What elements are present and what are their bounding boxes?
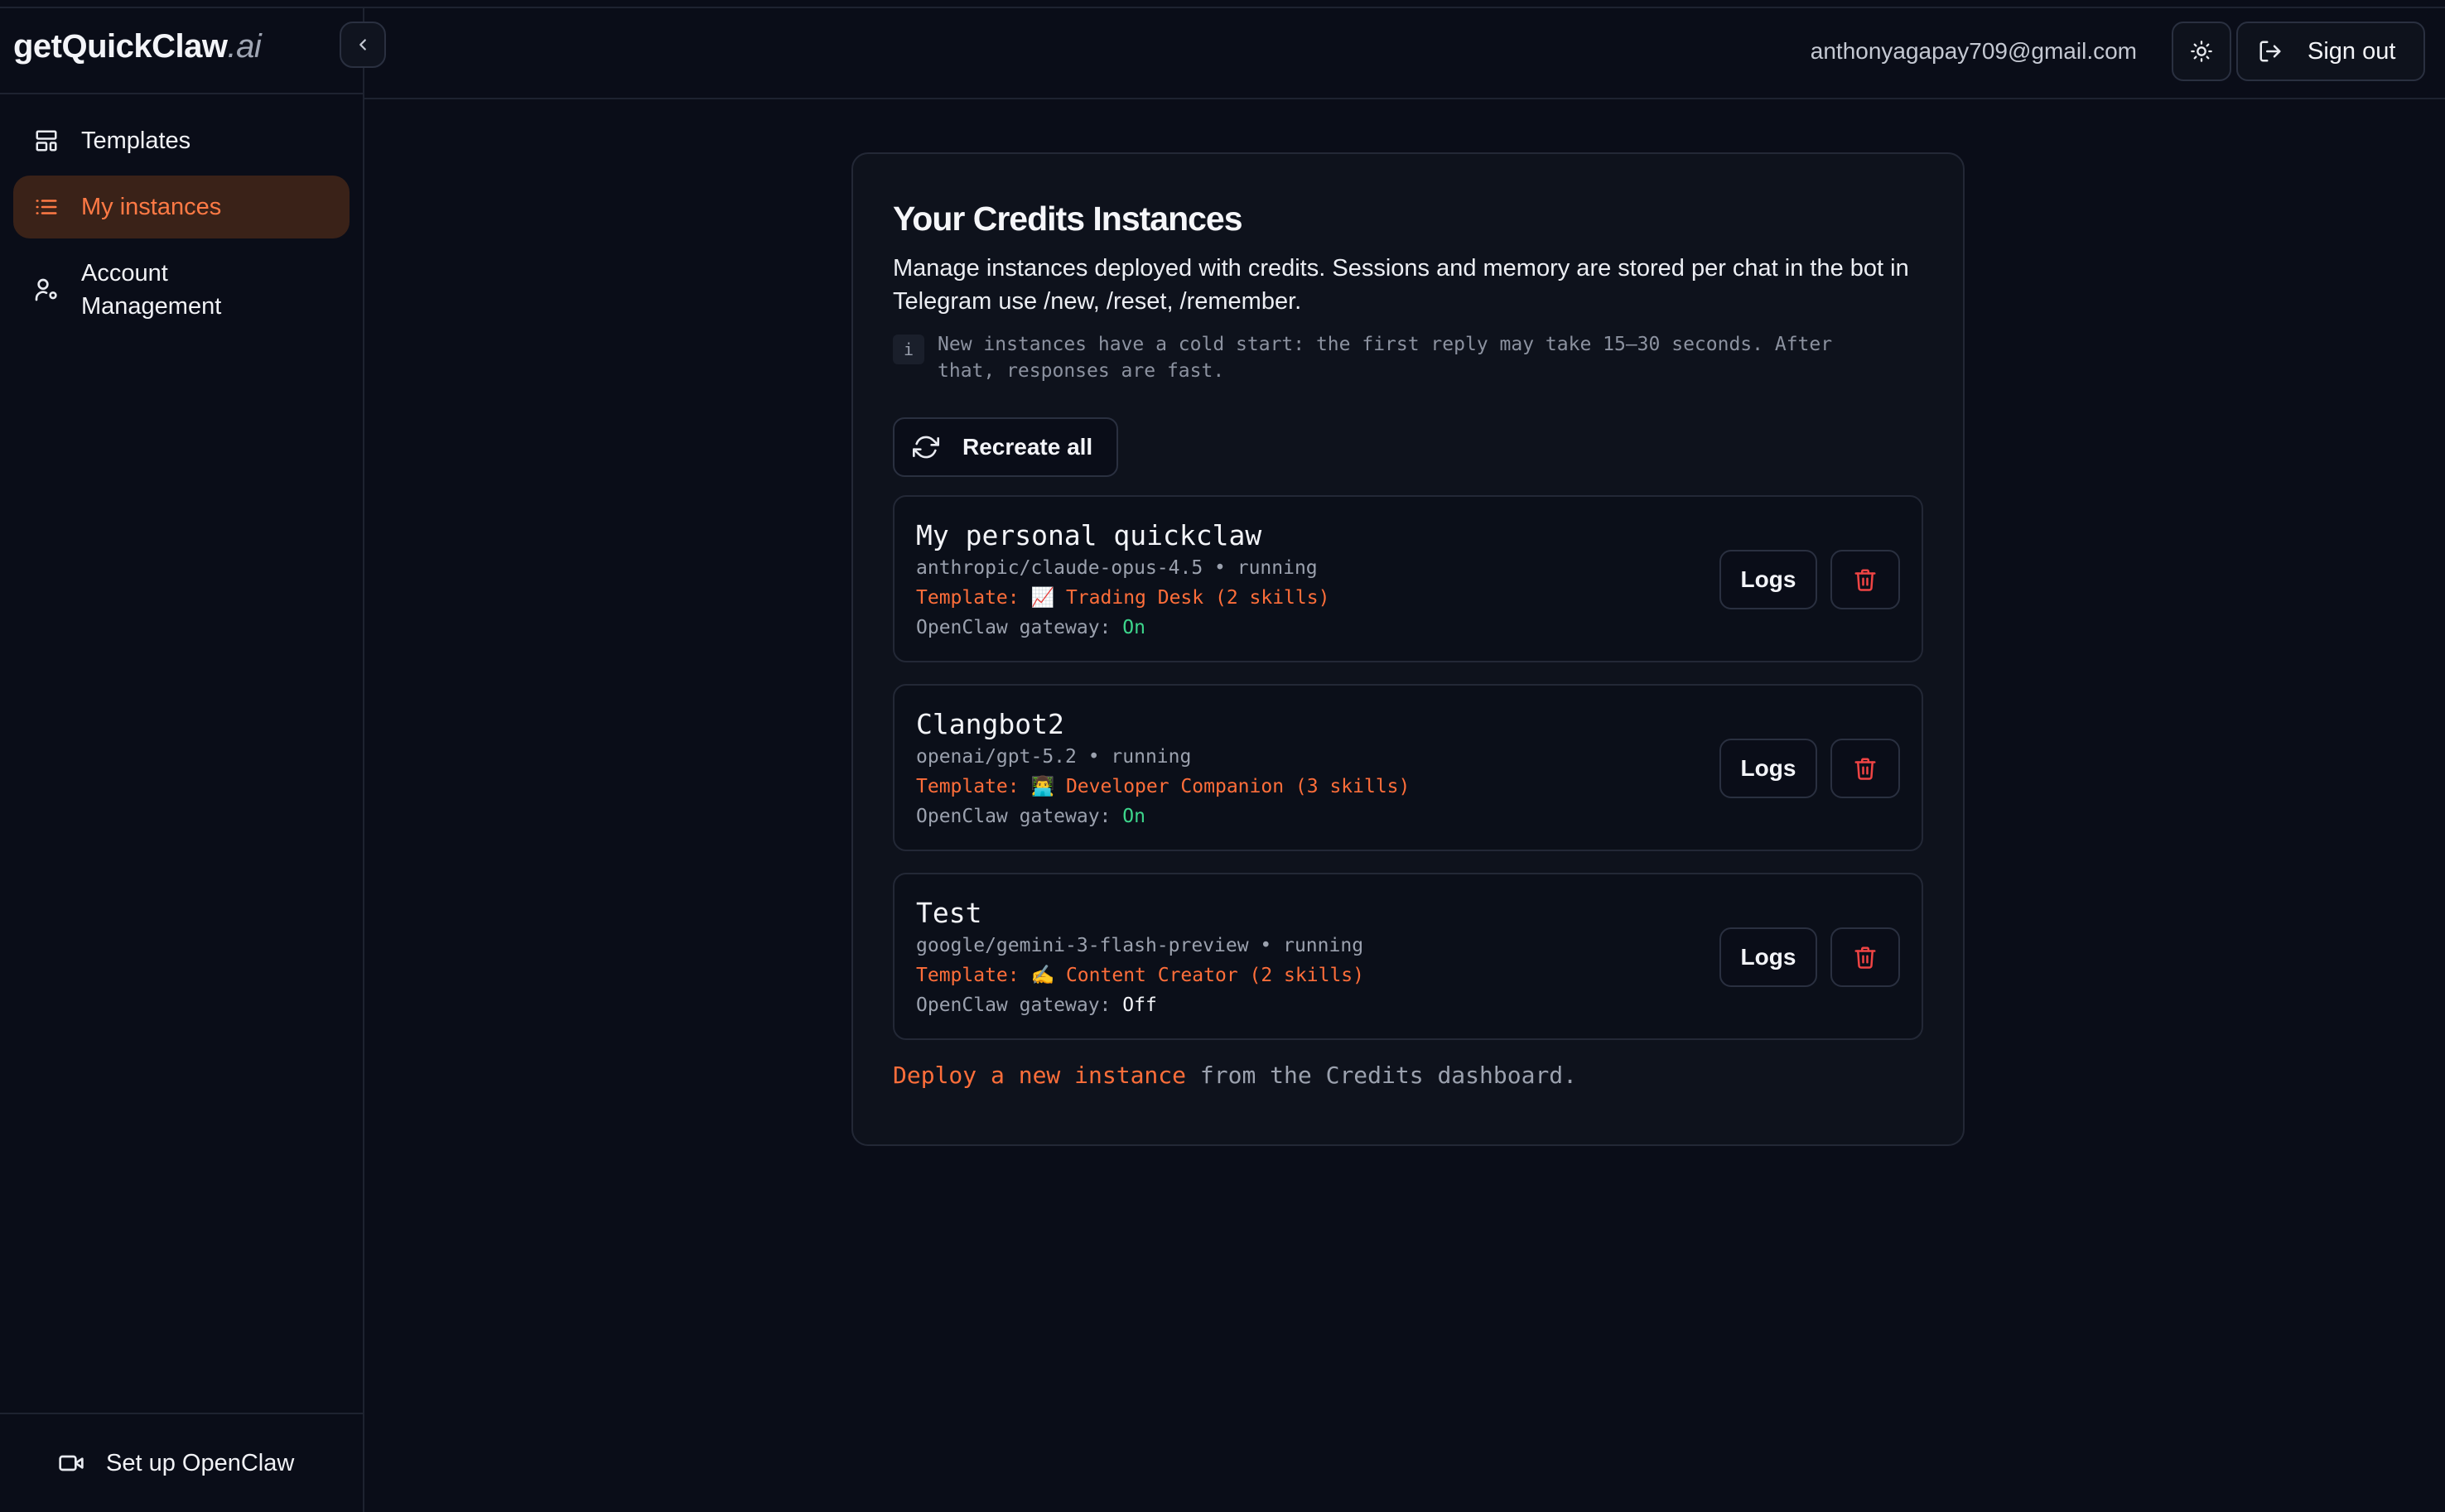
logs-button[interactable]: Logs: [1719, 550, 1817, 609]
user-email: anthonyagapay709@gmail.com: [1810, 38, 2137, 64]
sidebar-item-account-management[interactable]: Account Management: [13, 242, 350, 338]
refresh-icon: [913, 436, 939, 459]
instance-card: Clangbot2 openai/gpt-5.2 • running Templ…: [893, 684, 1923, 851]
instance-name: Clangbot2: [916, 708, 1064, 740]
logs-button[interactable]: Logs: [1719, 927, 1817, 987]
sidebar-item-label: Templates: [81, 128, 191, 154]
top-border: [0, 0, 2445, 8]
gateway-label: OpenClaw gateway:: [916, 806, 1123, 827]
sidebar-item-templates[interactable]: Templates: [13, 109, 350, 172]
instance-card: Test google/gemini-3-flash-preview • run…: [893, 873, 1923, 1040]
trash-icon: [1854, 946, 1876, 969]
sidebar-item-label: Account Management: [81, 257, 221, 323]
instance-actions: Logs: [1719, 739, 1900, 798]
delete-button[interactable]: [1830, 550, 1900, 609]
instance-actions: Logs: [1719, 927, 1900, 987]
app-root: getQuickClaw.ai Templates My instances A…: [0, 0, 2445, 1512]
theme-toggle-button[interactable]: [2172, 22, 2231, 81]
instance-name: Test: [916, 897, 982, 929]
list-icon: [33, 194, 60, 220]
sun-icon: [2191, 41, 2212, 62]
trash-icon: [1854, 758, 1876, 780]
chevron-left-icon: [359, 39, 366, 51]
instance-gateway: OpenClaw gateway: On: [916, 802, 1900, 831]
sidebar-collapse-button[interactable]: [340, 22, 386, 68]
setup-openclaw-button[interactable]: Set up OpenClaw: [0, 1413, 363, 1512]
log-out-icon: [2259, 41, 2281, 62]
logs-button[interactable]: Logs: [1719, 739, 1817, 798]
gateway-label: OpenClaw gateway:: [916, 617, 1123, 638]
cold-start-note-text: New instances have a cold start: the fir…: [938, 334, 1833, 382]
instance-list: My personal quickclaw anthropic/claude-o…: [893, 495, 1923, 1040]
page-title: Your Credits Instances: [893, 200, 1243, 238]
instance-gateway: OpenClaw gateway: Off: [916, 990, 1900, 1020]
gateway-status: On: [1122, 806, 1145, 827]
layout-template-icon: [33, 128, 60, 154]
sidebar-item-label: My instances: [81, 194, 222, 220]
sidebar-item-my-instances[interactable]: My instances: [13, 176, 350, 238]
trash-icon: [1854, 569, 1876, 591]
sidebar-nav: Templates My instances Account Managemen…: [0, 94, 363, 356]
user-cog-icon: [33, 277, 60, 303]
sidebar-header: getQuickClaw.ai: [0, 8, 386, 94]
page-description: Manage instances deployed with credits. …: [893, 255, 1909, 315]
instance-name: My personal quickclaw: [916, 519, 1262, 551]
deploy-footer-text: from the Credits dashboard.: [1186, 1062, 1578, 1089]
brand-name: getQuickClaw: [13, 28, 228, 65]
instance-actions: Logs: [1719, 550, 1900, 609]
brand-suffix: .ai: [227, 28, 262, 65]
setup-openclaw-label: Set up OpenClaw: [106, 1449, 295, 1476]
delete-button[interactable]: [1830, 927, 1900, 987]
sidebar-item-label-line1: Account: [81, 260, 168, 287]
brand-logo[interactable]: getQuickClaw.ai: [13, 28, 262, 65]
recreate-all-label: Recreate all: [962, 434, 1093, 460]
credits-instances-card: Your Credits Instances Manage instances …: [851, 152, 1965, 1146]
deploy-footer: Deploy a new instance from the Credits d…: [893, 1062, 1923, 1089]
recreate-all-button[interactable]: Recreate all: [893, 417, 1118, 477]
deploy-new-instance-link[interactable]: Deploy a new instance: [893, 1062, 1186, 1089]
video-icon: [59, 1455, 84, 1471]
gateway-status: Off: [1122, 994, 1157, 1016]
sidebar: getQuickClaw.ai Templates My instances A…: [0, 8, 386, 1512]
delete-button[interactable]: [1830, 739, 1900, 798]
info-icon: i: [893, 335, 924, 364]
cold-start-note: i New instances have a cold start: the f…: [893, 331, 1923, 384]
instance-gateway: OpenClaw gateway: On: [916, 613, 1900, 643]
top-bar: anthonyagapay709@gmail.com Sign out: [364, 8, 2445, 99]
gateway-label: OpenClaw gateway:: [916, 994, 1123, 1016]
gateway-status: On: [1122, 617, 1145, 638]
sign-out-label: Sign out: [2308, 37, 2396, 65]
instance-card: My personal quickclaw anthropic/claude-o…: [893, 495, 1923, 662]
sidebar-item-label-line2: Management: [81, 293, 222, 320]
sign-out-button[interactable]: Sign out: [2236, 22, 2425, 81]
